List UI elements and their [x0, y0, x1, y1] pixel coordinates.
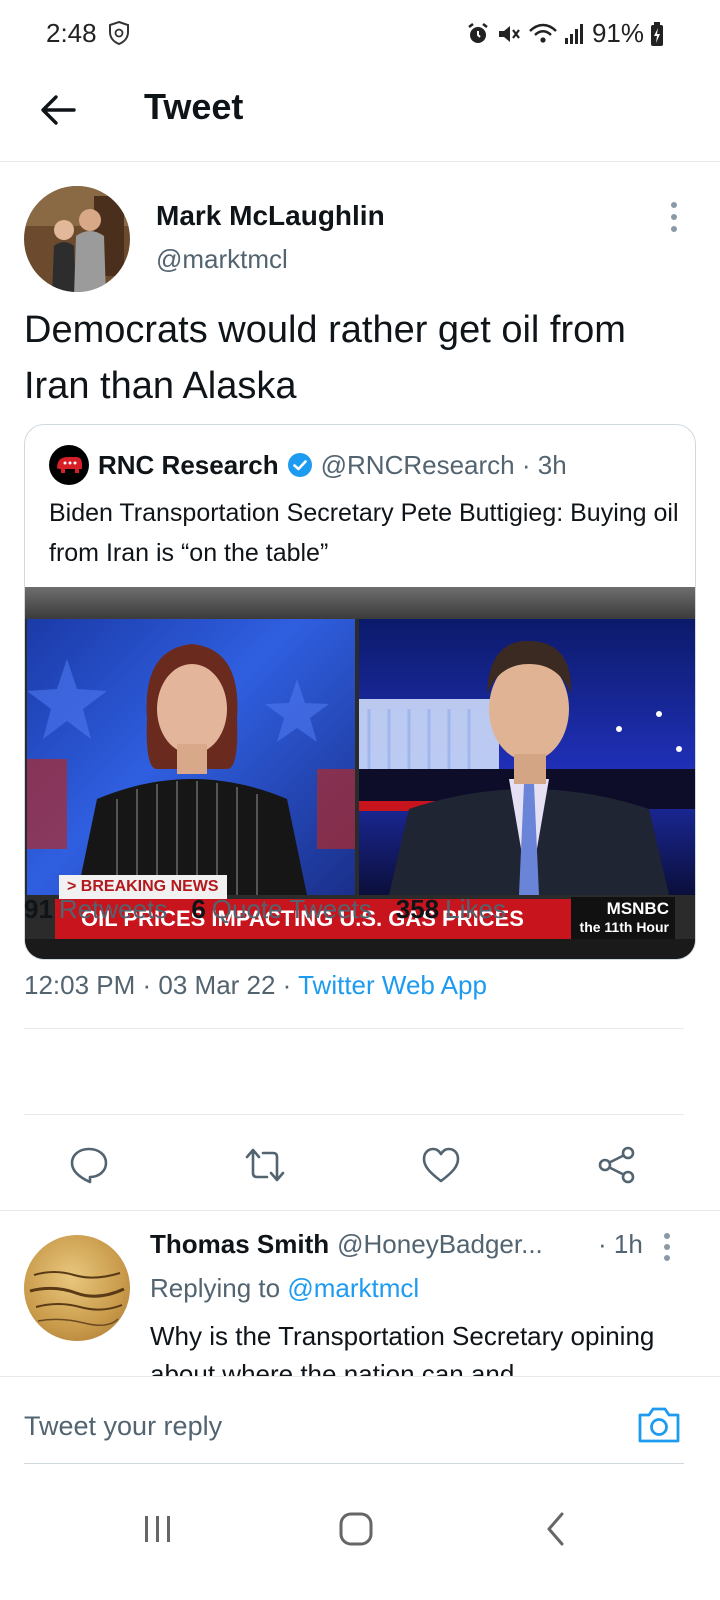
comment-icon — [70, 1147, 108, 1184]
chevron-left-icon — [547, 1512, 564, 1546]
battery-level: 91% — [591, 18, 644, 48]
reply-more-button[interactable] — [660, 1231, 674, 1263]
page-title: Tweet — [144, 86, 244, 127]
recents-icon — [145, 1516, 170, 1542]
retweets-stat[interactable]: 91 Retweets — [24, 894, 167, 925]
retweet-button[interactable] — [240, 1140, 290, 1190]
arrow-left-icon — [41, 95, 76, 125]
home-icon — [339, 1512, 373, 1546]
mute-icon — [496, 22, 522, 46]
reply-tweet[interactable]: Thomas Smith @HoneyBadger... · 1h Replyi… — [0, 1210, 720, 1376]
tweet-actions — [0, 1130, 720, 1200]
camera-button[interactable] — [636, 1405, 682, 1445]
reply-button[interactable] — [64, 1140, 114, 1190]
home-button[interactable] — [326, 1504, 386, 1554]
like-button[interactable] — [416, 1140, 466, 1190]
author-name[interactable]: Mark McLaughlin — [156, 200, 385, 232]
quote-tweets-stat[interactable]: 6 Quote Tweets — [191, 894, 371, 925]
tweet-metadata: 12:03 PM · 03 Mar 22 · Twitter Web App — [24, 970, 487, 1001]
reply-author-name[interactable]: Thomas Smith — [150, 1229, 329, 1260]
reply-time: · 1h — [598, 1229, 643, 1259]
share-icon — [598, 1146, 635, 1184]
elephant-icon — [57, 457, 82, 473]
more-options-button[interactable] — [660, 200, 688, 234]
quoted-tweet-text: Biden Transportation Secretary Pete Butt… — [49, 499, 679, 567]
divider — [24, 1114, 684, 1115]
tweet-stats: 91 Retweets 6 Quote Tweets 358 Likes — [24, 894, 506, 925]
alarm-icon — [466, 22, 490, 46]
share-button[interactable] — [592, 1140, 642, 1190]
replying-to-label: Replying to — [150, 1273, 288, 1303]
signal-icon — [564, 22, 586, 46]
system-nav-bar — [0, 1476, 720, 1600]
network-logo: MSNBC the 11th Hour — [571, 897, 675, 941]
show-name: the 11th Hour — [579, 919, 669, 935]
quoted-author-name: RNC Research — [98, 449, 279, 480]
shield-icon — [108, 20, 130, 51]
recents-button[interactable] — [128, 1504, 188, 1554]
tweet-text: Democrats would rather get oil from Iran… — [24, 309, 626, 407]
author-avatar[interactable] — [24, 186, 130, 292]
media-top-strip — [25, 587, 695, 619]
verified-badge-icon — [287, 452, 313, 478]
replying-to-mention[interactable]: @marktmcl — [287, 1273, 419, 1303]
heart-icon — [422, 1147, 460, 1183]
retweet-icon — [245, 1148, 285, 1182]
quoted-tweet-card[interactable]: RNC Research @RNCResearch · 3h Biden Tra… — [24, 424, 696, 960]
reply-header: Thomas Smith @HoneyBadger... — [150, 1229, 543, 1260]
tweet-source-link[interactable]: Twitter Web App — [298, 970, 487, 1000]
video-panel-guest — [359, 619, 695, 895]
battery-charging-icon — [650, 21, 664, 47]
tweet-timestamp: 12:03 PM · 03 Mar 22 · — [24, 970, 299, 1000]
top-app-bar: Tweet — [0, 64, 720, 162]
reply-text: Why is the Transportation Secretary opin… — [150, 1321, 655, 1376]
divider — [24, 1028, 684, 1029]
likes-stat[interactable]: 358 Likes — [396, 894, 506, 925]
replying-to-line: Replying to @marktmcl — [150, 1273, 419, 1304]
status-time: 2:48 — [46, 18, 97, 48]
more-vertical-icon — [664, 1233, 670, 1261]
wifi-icon — [528, 22, 558, 46]
back-button[interactable] — [32, 84, 84, 136]
author-handle[interactable]: @marktmcl — [156, 244, 288, 275]
composer-underline — [24, 1463, 684, 1464]
reply-composer — [0, 1376, 720, 1476]
media-bottom-strip — [25, 939, 695, 959]
rnc-logo-avatar[interactable] — [49, 445, 89, 485]
quoted-author-handle: @RNCResearch · 3h — [320, 449, 567, 480]
quoted-tweet-header: RNC Research @RNCResearch · 3h — [49, 445, 567, 485]
network-name: MSNBC — [606, 899, 669, 918]
camera-icon — [638, 1407, 680, 1443]
video-panel-anchor — [27, 619, 355, 895]
system-back-button[interactable] — [526, 1504, 586, 1554]
reply-input[interactable] — [24, 1401, 624, 1451]
more-vertical-icon — [671, 202, 677, 232]
status-bar: 2:48 91% — [0, 0, 720, 64]
status-icons: 91% — [466, 18, 664, 49]
reply-author-handle[interactable]: @HoneyBadger... — [337, 1229, 543, 1260]
reply-author-avatar[interactable] — [24, 1235, 130, 1341]
